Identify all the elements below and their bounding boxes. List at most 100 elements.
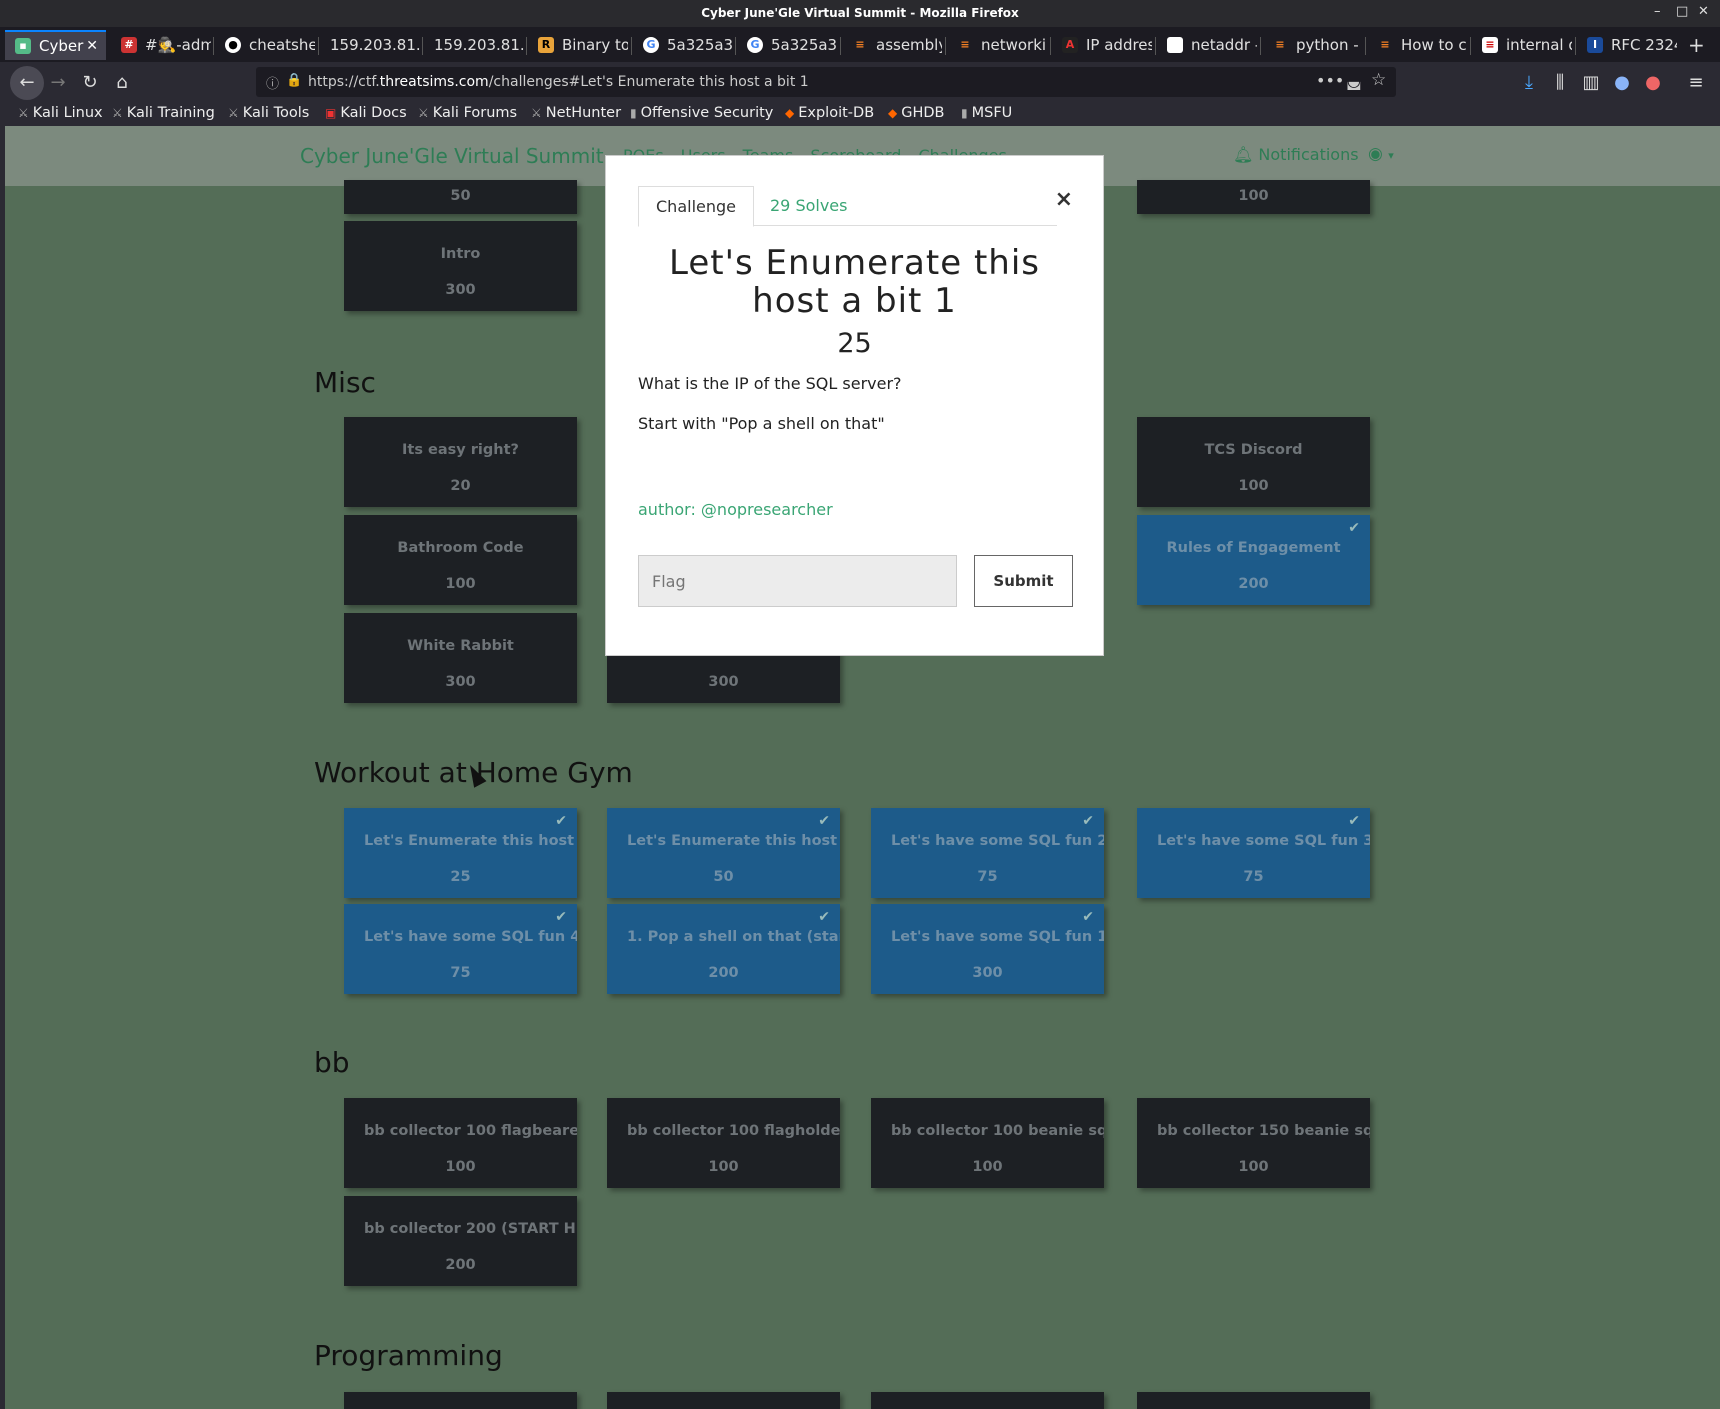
challenge-card[interactable]: bb collector 200 (START HERE) 200 [344, 1196, 577, 1286]
challenge-card[interactable] [607, 1392, 840, 1409]
challenge-card-solved[interactable]: ✔ Let's have some SQL fun 3 75 [1137, 808, 1370, 898]
bookmark-msfu[interactable]: ▮ MSFU [961, 105, 1012, 121]
bookmark-ghdb[interactable]: ◆ GHDB [888, 105, 945, 121]
bookmark-kali-tools[interactable]: ⚔ Kali Tools [228, 105, 309, 121]
challenge-card[interactable]: bb collector 150 beanie squad 100 [1137, 1098, 1370, 1188]
close-window-icon[interactable]: ✕ [1698, 4, 1709, 19]
pocket-icon[interactable]: ◛ [1346, 71, 1362, 90]
close-tab-icon[interactable]: ✕ [86, 38, 98, 54]
browser-tab[interactable]: # #🕵-adm [111, 30, 211, 60]
stackoverflow-favicon-icon: ≡ [960, 38, 970, 51]
bookmark-star-icon[interactable]: ☆ [1371, 70, 1386, 90]
forward-arrow-icon[interactable]: → [45, 70, 71, 96]
card-name: bb collector 100 flagholder [627, 1123, 840, 1139]
doc-favicon-icon: ≡ [1482, 37, 1498, 53]
reload-icon[interactable]: ↻ [77, 70, 103, 96]
challenge-card-solved[interactable]: ✔ Let's have some SQL fun 4 75 [344, 904, 577, 994]
info-icon[interactable]: ⓘ [266, 73, 279, 92]
bookmark-exploit-db[interactable]: ◆ Exploit-DB [785, 105, 874, 121]
bookmark-label: NetHunter [545, 105, 622, 121]
bookmark-kali-forums[interactable]: ⚔ Kali Forums [418, 105, 517, 121]
challenge-card[interactable]: Its easy right? 20 [344, 417, 577, 507]
card-points: 200 [1238, 576, 1269, 592]
browser-tab[interactable]: A IP addres [1052, 30, 1152, 60]
challenge-card[interactable] [344, 1392, 577, 1409]
close-icon[interactable]: × [1055, 187, 1073, 212]
challenge-card[interactable]: White Rabbit 300 [344, 613, 577, 703]
challenge-card[interactable]: Bathroom Code 100 [344, 515, 577, 605]
download-icon[interactable]: ⤓ [1516, 70, 1542, 96]
card-name: TCS Discord [1204, 442, 1303, 458]
challenge-card[interactable] [1137, 1392, 1370, 1409]
browser-tab[interactable]: ⬢ netaddr - [1157, 30, 1257, 60]
browser-tab[interactable]: ≡ How to c [1367, 30, 1467, 60]
challenge-card[interactable] [871, 1392, 1104, 1409]
bookmark-kali-training[interactable]: ⚔ Kali Training [112, 105, 215, 121]
notifications-link[interactable]: 🔔︎ Notifications [1233, 145, 1359, 164]
tab-solves[interactable]: 29 Solves [770, 186, 847, 226]
tab-challenge[interactable]: Challenge [638, 186, 754, 227]
challenge-card[interactable]: 50 [344, 180, 577, 214]
challenge-card-solved[interactable]: ✔ Let's Enumerate this host a bit 2 50 [607, 808, 840, 898]
browser-tab[interactable]: ≡ internal d [1472, 30, 1572, 60]
tab-label: How to c [1401, 36, 1467, 54]
challenge-card[interactable]: bb collector 100 flagbearer 100 [344, 1098, 577, 1188]
card-name: Let's have some SQL fun 4 [364, 929, 577, 945]
browser-tab[interactable]: G 5a325a37 [737, 30, 837, 60]
card-name: Intro [440, 246, 481, 262]
card-name: bb collector 100 beanie squad [891, 1123, 1104, 1139]
browser-tab[interactable]: ≡ python - V [1262, 30, 1362, 60]
browser-tab[interactable]: ≡ assembly [842, 30, 942, 60]
tab-label: IP addres [1086, 36, 1152, 54]
bookmark-kali-docs[interactable]: ▣ Kali Docs [325, 105, 407, 121]
library-icon[interactable]: ⫼ [1547, 70, 1573, 96]
tab-strip: ▪ Cyber✕ # #🕵-adm ● cheatshe 159.203.81.4 1… [0, 27, 1720, 62]
challenge-card-solved[interactable]: ✔ Let's have some SQL fun 2 75 [871, 808, 1104, 898]
card-points: 25 [450, 869, 471, 885]
challenge-card[interactable]: TCS Discord 100 [1137, 417, 1370, 507]
browser-tab-active[interactable]: ▪ Cyber ✕ [5, 30, 106, 60]
bookmark-nethunter[interactable]: ⚔ NetHunter [531, 105, 621, 121]
extension-icon[interactable]: ● [1640, 70, 1666, 96]
url-text: https://ctf.threatsims.com/challenges#Le… [308, 74, 809, 90]
bookmark-kali-linux[interactable]: ⚔ Kali Linux [18, 105, 103, 121]
card-points: 100 [1238, 188, 1269, 204]
challenge-card-solved[interactable]: ✔ Let's have some SQL fun 1 300 [871, 904, 1104, 994]
browser-tab[interactable]: G 5a325a37 [633, 30, 733, 60]
sidebar-icon[interactable]: ▥ [1578, 70, 1604, 96]
challenge-card-solved[interactable]: ✔ Let's Enumerate this host a bit 1 25 [344, 808, 577, 898]
page-actions-icon[interactable]: ••• [1316, 71, 1344, 90]
site-brand[interactable]: Cyber June'Gle Virtual Summit [300, 144, 604, 168]
challenge-card[interactable]: 100 [1137, 180, 1370, 214]
minimize-icon[interactable]: – [1654, 4, 1661, 19]
browser-tab[interactable]: 159.203.81.4 [320, 30, 420, 60]
home-icon[interactable]: ⌂ [109, 70, 135, 96]
submit-button[interactable]: Submit [974, 555, 1073, 607]
card-name: Let's Enumerate this host a bit 2 [627, 833, 840, 849]
challenge-card-solved[interactable]: ✔ Rules of Engagement 200 [1137, 515, 1370, 605]
kali-icon: ⚔ [112, 106, 123, 120]
browser-tab[interactable]: R Binary to [528, 30, 628, 60]
url-bar[interactable]: ⓘ 🔒 https://ctf.threatsims.com/challenge… [256, 67, 1396, 97]
bookmark-label: Kali Forums [432, 105, 518, 121]
user-menu[interactable]: ◉ ▾ [1368, 144, 1394, 164]
card-points: 50 [713, 869, 734, 885]
new-tab-icon[interactable]: + [1688, 33, 1705, 57]
account-icon[interactable]: ● [1609, 70, 1635, 96]
menu-icon[interactable]: ≡ [1683, 70, 1709, 96]
browser-tab[interactable]: 159.203.81.4 [424, 30, 524, 60]
flag-input[interactable] [638, 555, 957, 607]
browser-tab[interactable]: I RFC 2324 [1577, 30, 1677, 60]
card-points: 300 [708, 674, 739, 690]
challenge-card-intro[interactable]: Intro 300 [344, 221, 577, 311]
challenge-card-solved[interactable]: ✔ 1. Pop a shell on that (start here) 200 [607, 904, 840, 994]
back-arrow-icon[interactable]: ← [10, 66, 44, 100]
challenge-value: 25 [837, 328, 872, 359]
challenge-card[interactable]: bb collector 100 flagholder 100 [607, 1098, 840, 1188]
browser-tab[interactable]: ≡ networki [947, 30, 1047, 60]
challenge-card[interactable]: bb collector 100 beanie squad 100 [871, 1098, 1104, 1188]
maximize-icon[interactable]: □ [1676, 4, 1688, 19]
card-name: Bathroom Code [397, 540, 524, 556]
bookmark-offensive-security[interactable]: ▮ Offensive Security [630, 105, 773, 121]
browser-tab[interactable]: ● cheatshe [215, 30, 315, 60]
